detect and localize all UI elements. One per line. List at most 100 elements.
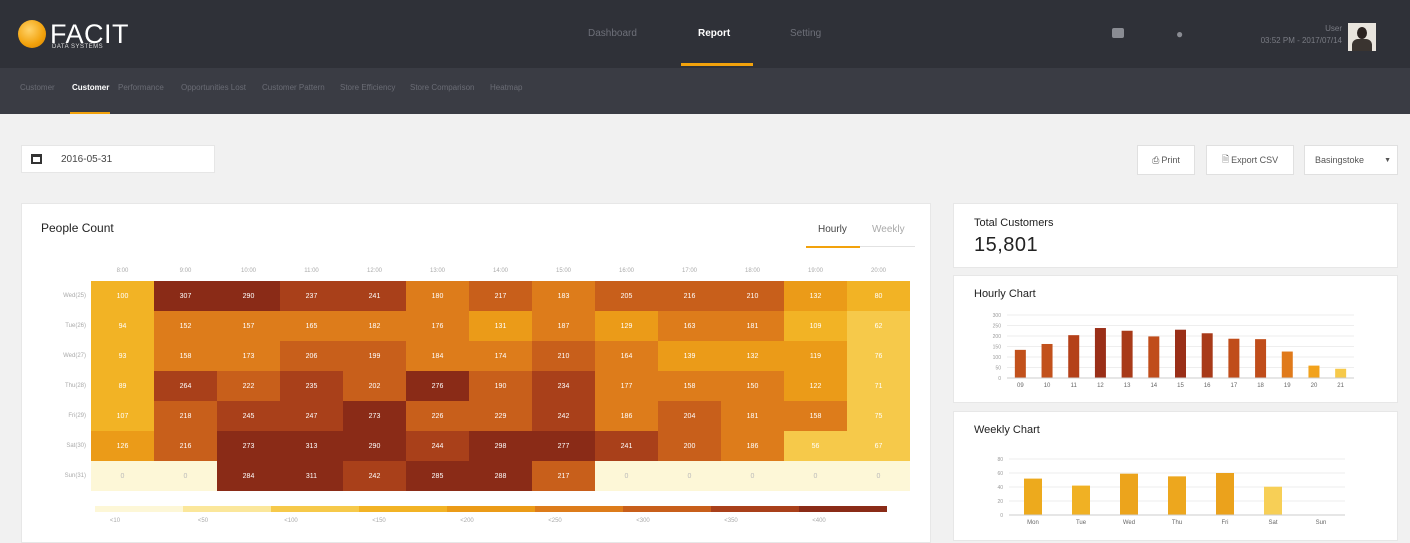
heatmap-cell[interactable]: 186 — [595, 401, 658, 431]
heatmap-cell[interactable]: 100 — [91, 281, 154, 311]
heatmap-cell[interactable]: 0 — [91, 461, 154, 491]
export-csv-button[interactable]: 🗎 Export CSV — [1206, 145, 1294, 175]
heatmap-cell[interactable]: 176 — [406, 311, 469, 341]
heatmap-cell[interactable]: 139 — [658, 341, 721, 371]
heatmap-cell[interactable]: 0 — [784, 461, 847, 491]
heatmap-cell[interactable]: 71 — [847, 371, 910, 401]
tab-dashboard[interactable]: Dashboard — [588, 28, 637, 39]
heatmap-cell[interactable]: 285 — [406, 461, 469, 491]
heatmap-cell[interactable]: 0 — [154, 461, 217, 491]
heatmap-cell[interactable]: 80 — [847, 281, 910, 311]
heatmap-cell[interactable]: 298 — [469, 431, 532, 461]
heatmap-cell[interactable]: 290 — [217, 281, 280, 311]
heatmap-cell[interactable]: 107 — [91, 401, 154, 431]
heatmap-cell[interactable]: 187 — [532, 311, 595, 341]
heatmap-cell[interactable]: 56 — [784, 431, 847, 461]
heatmap-cell[interactable]: 109 — [784, 311, 847, 341]
logo[interactable]: FACIT DATA SYSTEMS — [18, 20, 129, 50]
tab-weekly[interactable]: Weekly — [872, 224, 905, 235]
heatmap-cell[interactable]: 276 — [406, 371, 469, 401]
heatmap-cell[interactable]: 200 — [658, 431, 721, 461]
heatmap-cell[interactable]: 290 — [343, 431, 406, 461]
heatmap-cell[interactable]: 245 — [217, 401, 280, 431]
bell-icon[interactable]: ● — [1176, 28, 1183, 40]
heatmap-cell[interactable]: 241 — [343, 281, 406, 311]
heatmap-cell[interactable]: 158 — [658, 371, 721, 401]
subnav-customer[interactable]: Customer — [72, 83, 109, 92]
heatmap-cell[interactable]: 217 — [532, 461, 595, 491]
heatmap-cell[interactable]: 75 — [847, 401, 910, 431]
subnav-store-comparison[interactable]: Store Comparison — [410, 83, 474, 92]
heatmap-cell[interactable]: 226 — [406, 401, 469, 431]
heatmap-cell[interactable]: 244 — [406, 431, 469, 461]
heatmap-cell[interactable]: 311 — [280, 461, 343, 491]
heatmap-cell[interactable]: 67 — [847, 431, 910, 461]
heatmap-cell[interactable]: 284 — [217, 461, 280, 491]
heatmap-cell[interactable]: 234 — [532, 371, 595, 401]
bar[interactable] — [1216, 473, 1234, 515]
bar[interactable] — [1308, 365, 1320, 378]
chat-icon[interactable] — [1112, 28, 1124, 38]
bar[interactable] — [1255, 339, 1267, 378]
heatmap-cell[interactable]: 131 — [469, 311, 532, 341]
heatmap-cell[interactable]: 242 — [532, 401, 595, 431]
bar[interactable] — [1228, 338, 1240, 378]
bar[interactable] — [1014, 349, 1026, 378]
heatmap-cell[interactable]: 313 — [280, 431, 343, 461]
heatmap-cell[interactable]: 157 — [217, 311, 280, 341]
heatmap-cell[interactable]: 0 — [847, 461, 910, 491]
heatmap-cell[interactable]: 242 — [343, 461, 406, 491]
heatmap-cell[interactable]: 205 — [595, 281, 658, 311]
bar[interactable] — [1068, 335, 1080, 378]
heatmap-cell[interactable]: 307 — [154, 281, 217, 311]
heatmap-cell[interactable]: 210 — [532, 341, 595, 371]
heatmap-cell[interactable]: 177 — [595, 371, 658, 401]
subnav-performance[interactable]: Performance — [118, 83, 164, 92]
heatmap-cell[interactable]: 174 — [469, 341, 532, 371]
heatmap-cell[interactable]: 94 — [91, 311, 154, 341]
subnav-store-efficiency[interactable]: Store Efficiency — [340, 83, 395, 92]
heatmap-cell[interactable]: 62 — [847, 311, 910, 341]
heatmap-cell[interactable]: 152 — [154, 311, 217, 341]
heatmap-cell[interactable]: 126 — [91, 431, 154, 461]
tab-setting[interactable]: Setting — [790, 28, 821, 39]
heatmap-cell[interactable]: 229 — [469, 401, 532, 431]
bar[interactable] — [1121, 330, 1133, 378]
subnav-customer-overview[interactable]: Customer — [20, 83, 55, 92]
heatmap-cell[interactable]: 93 — [91, 341, 154, 371]
heatmap-cell[interactable]: 0 — [595, 461, 658, 491]
heatmap-cell[interactable]: 277 — [532, 431, 595, 461]
heatmap-cell[interactable]: 122 — [784, 371, 847, 401]
print-button[interactable]: ⎙ Print — [1137, 145, 1195, 175]
bar[interactable] — [1041, 343, 1053, 378]
subnav-customer-pattern[interactable]: Customer Pattern — [262, 83, 325, 92]
heatmap-cell[interactable]: 132 — [784, 281, 847, 311]
heatmap-cell[interactable]: 182 — [343, 311, 406, 341]
heatmap-cell[interactable]: 181 — [721, 311, 784, 341]
bar[interactable] — [1335, 368, 1347, 378]
bar[interactable] — [1168, 476, 1186, 515]
bar[interactable] — [1201, 333, 1213, 378]
bar[interactable] — [1120, 473, 1138, 515]
subnav-opportunities-lost[interactable]: Opportunities Lost — [181, 83, 246, 92]
heatmap-cell[interactable]: 237 — [280, 281, 343, 311]
heatmap-cell[interactable]: 183 — [532, 281, 595, 311]
heatmap-cell[interactable]: 241 — [595, 431, 658, 461]
heatmap-cell[interactable]: 186 — [721, 431, 784, 461]
heatmap-cell[interactable]: 216 — [658, 281, 721, 311]
heatmap-cell[interactable]: 119 — [784, 341, 847, 371]
heatmap-cell[interactable]: 273 — [217, 431, 280, 461]
heatmap-cell[interactable]: 190 — [469, 371, 532, 401]
bar[interactable] — [1264, 486, 1282, 515]
heatmap-cell[interactable]: 217 — [469, 281, 532, 311]
heatmap-cell[interactable]: 222 — [217, 371, 280, 401]
store-select[interactable]: Basingstoke ▼ — [1304, 145, 1398, 175]
heatmap-cell[interactable]: 210 — [721, 281, 784, 311]
heatmap-cell[interactable]: 288 — [469, 461, 532, 491]
bar[interactable] — [1072, 485, 1090, 515]
heatmap-cell[interactable]: 206 — [280, 341, 343, 371]
heatmap-cell[interactable]: 218 — [154, 401, 217, 431]
heatmap-cell[interactable]: 0 — [658, 461, 721, 491]
heatmap-cell[interactable]: 180 — [406, 281, 469, 311]
heatmap-cell[interactable]: 247 — [280, 401, 343, 431]
